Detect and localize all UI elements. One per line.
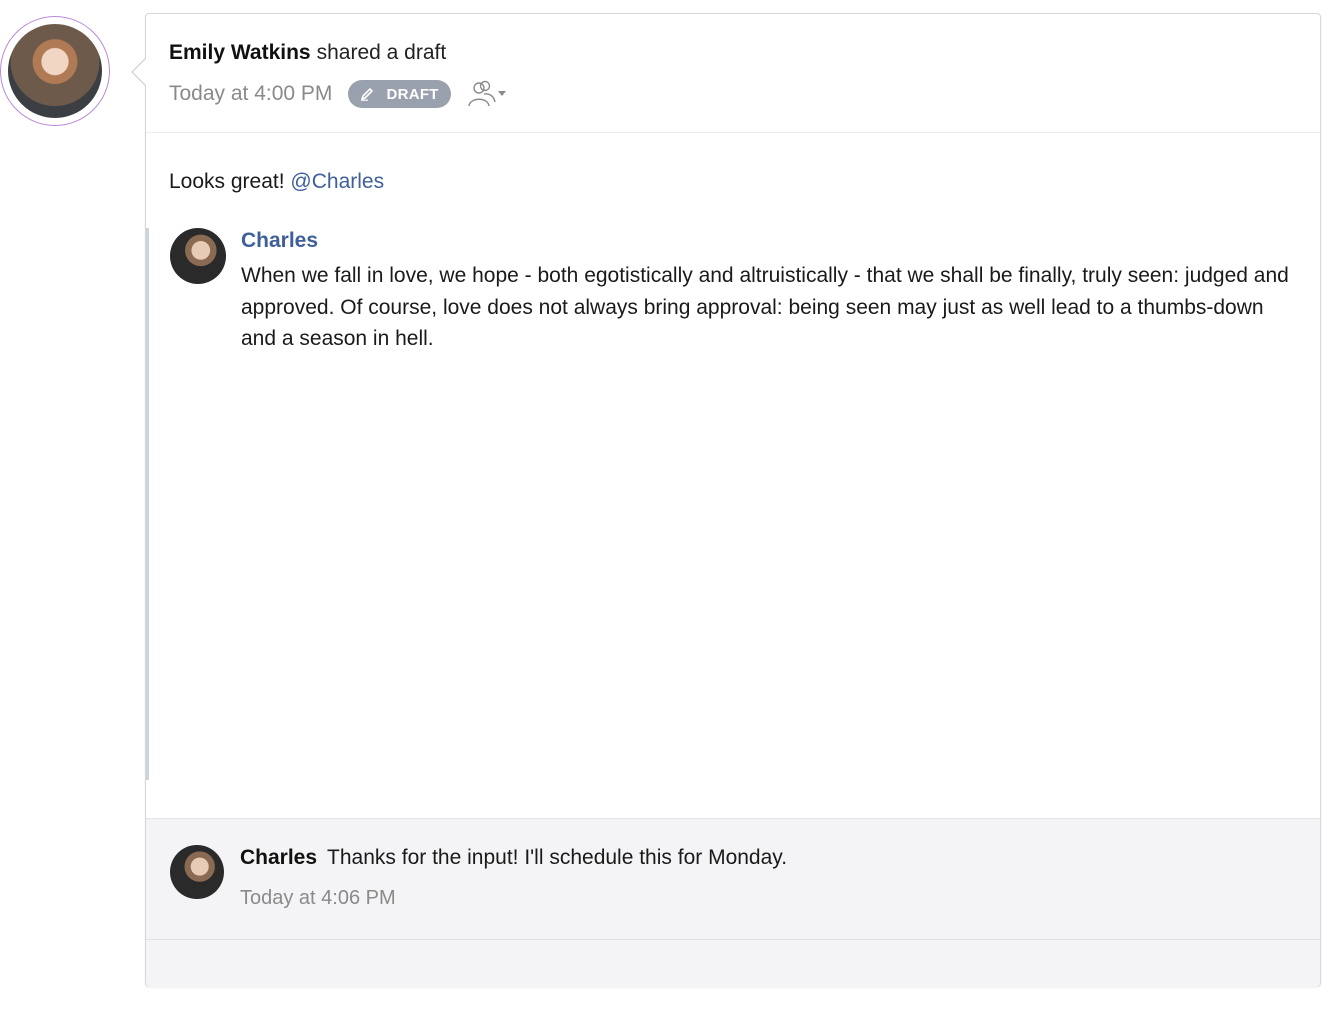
post-card: Emily Watkins shared a draft Today at 4:0… — [145, 13, 1321, 987]
header-divider — [146, 132, 1320, 133]
comment-author[interactable]: Charles — [240, 846, 317, 869]
draft-badge-label: DRAFT — [386, 85, 439, 103]
author-name[interactable]: Emily Watkins — [169, 41, 311, 64]
people-icon — [468, 80, 496, 107]
post-timestamp[interactable]: Today at 4:00 PM — [169, 82, 332, 106]
comment: Charles Thanks for the input! I'll schedu… — [240, 846, 787, 870]
post-title-line: Emily Watkins shared a draft — [169, 40, 1300, 66]
chevron-down-icon — [497, 91, 506, 96]
pencil-icon — [361, 88, 374, 101]
post-body: Looks great! @Charles — [169, 170, 384, 194]
post-header: Emily Watkins shared a draft Today at 4:0… — [169, 40, 1300, 108]
card-pointer-fill — [133, 59, 146, 85]
quote-avatar[interactable] — [170, 228, 226, 284]
author-avatar-image — [8, 24, 102, 118]
action-text: shared a draft — [316, 41, 447, 64]
post-body-text: Looks great! — [169, 170, 285, 193]
quote-author-name[interactable]: Charles — [241, 229, 318, 253]
quote-text: When we fall in love, we hope - both ego… — [241, 264, 1289, 350]
feed-page: Emily Watkins shared a draft Today at 4:0… — [0, 0, 1341, 1013]
post-meta: Today at 4:00 PM DRAFT — [169, 80, 1300, 108]
comment-section: Charles Thanks for the input! I'll schedu… — [146, 818, 1320, 987]
comment-timestamp: Today at 4:06 PM — [240, 887, 396, 909]
audience-selector[interactable] — [467, 80, 506, 108]
quoted-draft[interactable]: Charles When we fall in love, we hope - … — [146, 228, 1289, 780]
draft-badge: DRAFT — [348, 80, 451, 108]
mention-link[interactable]: @Charles — [290, 170, 384, 193]
comment-text: Thanks for the input! I'll schedule this… — [327, 846, 788, 869]
comment-avatar[interactable] — [170, 845, 224, 899]
comment-divider — [146, 939, 1320, 940]
author-avatar[interactable] — [0, 16, 110, 126]
